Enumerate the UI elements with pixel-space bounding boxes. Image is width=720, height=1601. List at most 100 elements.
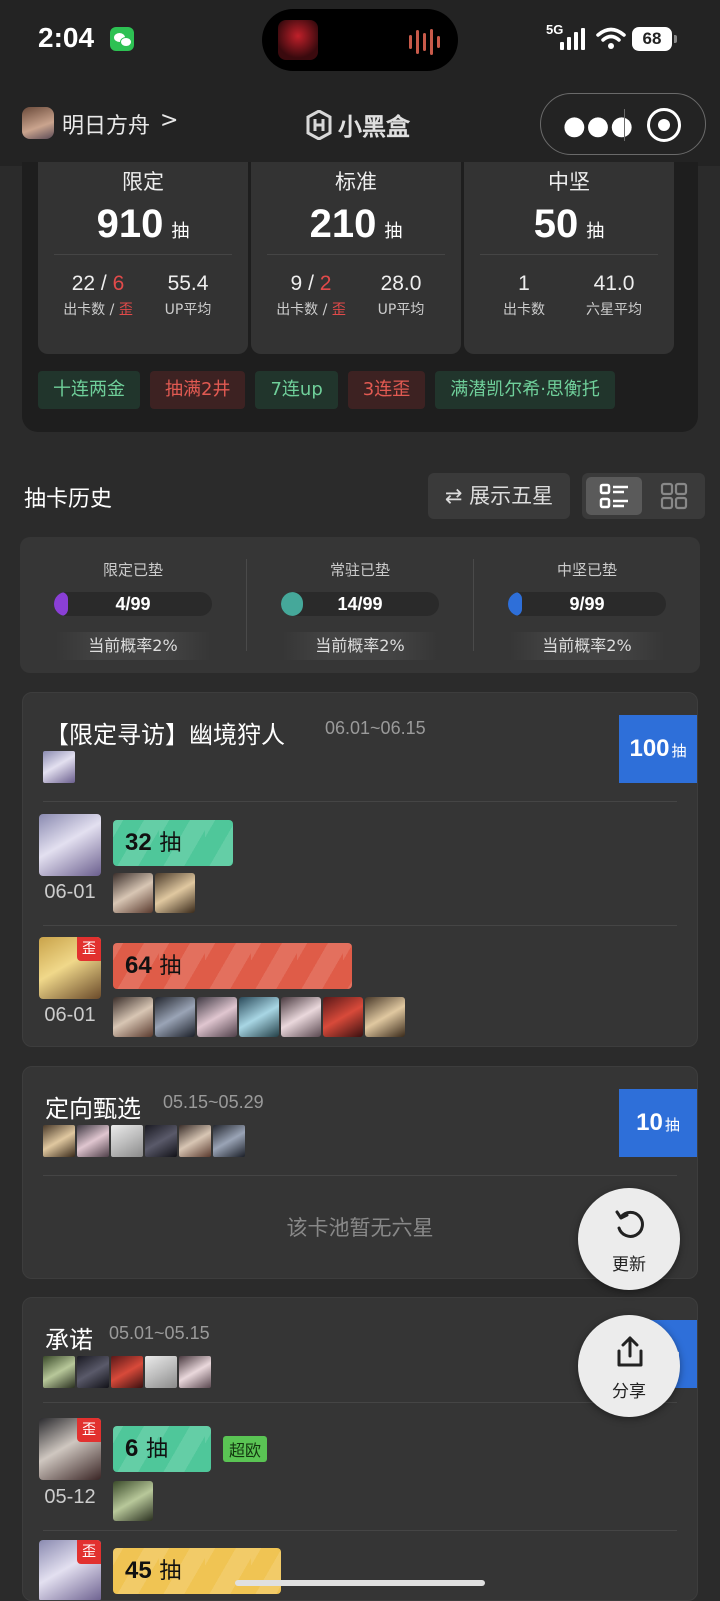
pity-rate: 当前概率2% [509,632,665,660]
operator-icon [179,1356,211,1388]
share-label: 分享 [612,1382,646,1402]
operator-avatar[interactable]: 歪 [39,1540,101,1600]
pull-thumbnails [113,997,405,1037]
divider [43,1402,677,1403]
pity-panel: 限定已垫 4/99 当前概率2% 常驻已垫 14/99 当前概率2% 中坚已垫 … [20,537,700,673]
pity-standard: 常驻已垫 14/99 当前概率2% [247,537,473,673]
divider [54,254,232,255]
grid-view-button[interactable] [646,477,702,515]
pool-limited[interactable]: 限定 910 抽 22 / 6 出卡数 / 歪 55.4 UP平均 [38,162,248,354]
operator-icon [179,1125,211,1157]
pool-stat-cards: 22 / 6 出卡数 / 歪 [63,272,133,318]
tag: 十连两金 [38,371,140,409]
operator-thumb [365,997,405,1037]
banner-pull-count: 100 抽 [619,715,697,783]
pool-count: 210 抽 [309,202,403,246]
operator-icon [111,1125,143,1157]
tag: 抽满2井 [150,371,246,409]
list-view-button[interactable] [586,477,642,515]
banner-dates: 06.01~06.15 [325,718,426,738]
tag: 满潜凯尔希·思衡托 [435,371,615,409]
pull-thumbnails [113,873,195,913]
operator-thumb [113,1481,153,1521]
pool-stat-up-avg: 55.4 UP平均 [164,272,212,318]
pool-stat-cards: 9 / 2 出卡数 / 歪 [276,272,346,318]
pool-title: 中坚 [548,170,590,194]
pool-core[interactable]: 中坚 50 抽 1 出卡数 41.0 六星平均 [464,162,674,354]
refresh-button[interactable]: 更新 [578,1188,680,1290]
operator-thumb [113,873,153,913]
banner-operator-icons [43,1356,211,1388]
operator-thumb [155,997,195,1037]
operator-avatar[interactable]: 歪 [39,1418,101,1480]
pity-rate: 当前概率2% [282,632,438,660]
pity-value: 14/99 [337,594,383,614]
operator-icon [213,1125,245,1157]
operator-icon [77,1125,109,1157]
off-banner-badge: 歪 [77,937,101,961]
pull-count-bar: 32 抽 [113,820,233,866]
operator-icon [43,1125,75,1157]
chevron-right-icon[interactable]: > [160,108,178,133]
game-avatar[interactable] [22,107,54,139]
tag: 7连up [255,371,338,409]
pity-progress: 9/99 [508,592,666,616]
pool-stat-up-avg: 28.0 UP平均 [377,272,425,318]
pity-value: 4/99 [115,594,151,614]
banner-name: 【限定寻访】幽境狩人 [45,721,285,749]
operator-thumb [113,997,153,1037]
pull-date: 06-01 [44,881,96,903]
pity-progress: 14/99 [281,592,439,616]
operator-thumb [281,997,321,1037]
wifi-icon [596,27,626,49]
grid-view-icon [660,482,688,510]
refresh-icon [615,1210,644,1238]
pool-stat-six-avg: 41.0 六星平均 [586,272,642,318]
banner-card[interactable]: 【限定寻访】幽境狩人 06.01~06.15 100 抽 06-01 32 抽 歪… [22,692,698,1047]
operator-thumb [323,997,363,1037]
operator-icon [77,1356,109,1388]
home-indicator [235,1580,485,1586]
operator-icon [111,1356,143,1388]
operator-icon [43,751,75,783]
dynamic-island[interactable] [262,9,458,71]
banner-dates: 05.15~05.29 [163,1092,264,1112]
achievement-tags: 十连两金 抽满2井 7连up 3连歪 满潜凯尔希·思衡托 [38,371,615,409]
brand-name: 小黑盒 [338,113,410,141]
signal-icon [560,28,585,50]
list-view-icon [599,483,628,509]
operator-thumb [239,997,279,1037]
pool-standard[interactable]: 标准 210 抽 9 / 2 出卡数 / 歪 28.0 UP平均 [251,162,461,354]
media-thumbnail [278,20,318,60]
share-button[interactable]: 分享 [578,1315,680,1417]
pity-label: 限定已垫 [102,561,163,579]
show-five-star-toggle[interactable]: ⇄ 展示五星 [428,473,570,519]
capsule-divider [624,109,625,141]
pity-progress: 4/99 [54,592,212,616]
game-switcher[interactable]: 明日方舟 [62,108,150,140]
brand-logo: 小黑盒 [306,107,410,142]
operator-icon [145,1125,177,1157]
off-banner-badge: 歪 [77,1418,101,1442]
operator-icon [43,1356,75,1388]
divider [43,1530,677,1531]
pull-count-bar: 45 抽 [113,1548,281,1594]
heybox-logo-icon [306,109,332,140]
operator-avatar[interactable] [39,814,101,876]
mini-program-nav: 明日方舟 > 小黑盒 ●●● [0,80,720,166]
pity-rate: 当前概率2% [55,632,211,660]
banner-dates: 05.01~05.15 [109,1323,210,1343]
operator-avatar[interactable]: 歪 [39,937,101,999]
pull-date: 05-12 [44,1486,96,1508]
close-mini-program-icon[interactable] [647,108,681,142]
section-title: 抽卡历史 [24,487,113,512]
pull-count-bar: 6 抽 [113,1426,211,1472]
pool-count: 50 抽 [533,202,605,246]
pity-label: 常驻已垫 [329,561,390,579]
banner-name: 定向甄选 [45,1095,141,1123]
banner-pull-count: 10 抽 [619,1089,697,1157]
divider [43,925,677,926]
pool-stats-card: 限定 910 抽 22 / 6 出卡数 / 歪 55.4 UP平均 标准 210 抽… [22,162,698,432]
banner-name: 承诺 [45,1326,93,1354]
divider [480,254,658,255]
